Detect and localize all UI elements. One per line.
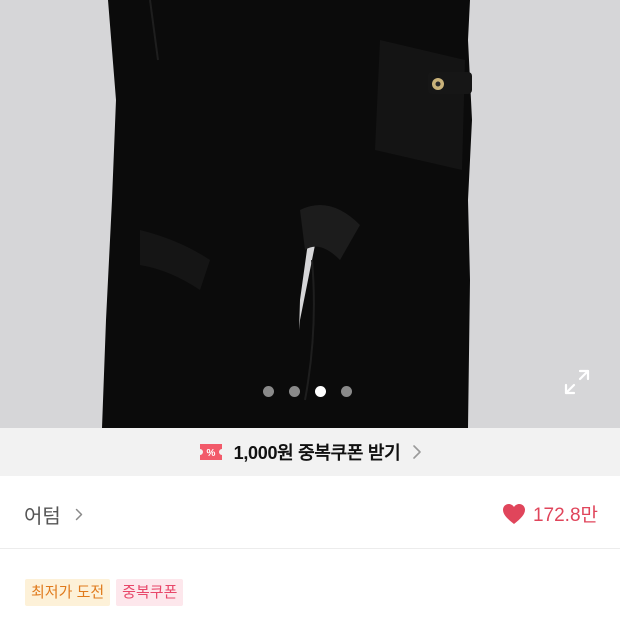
- carousel-dot-active[interactable]: [315, 386, 326, 397]
- brand-link[interactable]: 어텀: [24, 500, 83, 529]
- chevron-right-icon: [412, 444, 422, 460]
- carousel-dot[interactable]: [341, 386, 352, 397]
- tag-lowest-price-challenge: 최저가 도전: [25, 579, 111, 606]
- expand-icon[interactable]: [563, 368, 591, 396]
- tag-row: 최저가 도전 중복쿠폰: [25, 579, 184, 606]
- brand-name: 어텀: [24, 506, 61, 528]
- coupon-ticket-icon: %: [198, 443, 224, 461]
- product-detail-page: % 1,000원 중복쿠폰 받기 어텀 172.8만 최저가 도전 중복쿠폰: [0, 0, 620, 620]
- like-button[interactable]: 172.8만: [502, 500, 598, 527]
- coupon-banner-text: 1,000원 중복쿠폰 받기: [233, 443, 401, 463]
- brand-row: 어텀 172.8만: [0, 476, 620, 549]
- product-photo: [102, 0, 472, 428]
- carousel-dot[interactable]: [289, 386, 300, 397]
- tag-duplicate-coupon: 중복쿠폰: [116, 579, 184, 606]
- product-image-carousel[interactable]: [0, 0, 620, 428]
- carousel-dot[interactable]: [263, 386, 274, 397]
- svg-text:%: %: [206, 448, 215, 459]
- coupon-banner[interactable]: % 1,000원 중복쿠폰 받기: [0, 428, 620, 476]
- like-count: 172.8만: [532, 505, 598, 526]
- carousel-dots: [263, 386, 352, 397]
- chevron-right-icon: [75, 508, 83, 521]
- heart-icon: [502, 503, 526, 525]
